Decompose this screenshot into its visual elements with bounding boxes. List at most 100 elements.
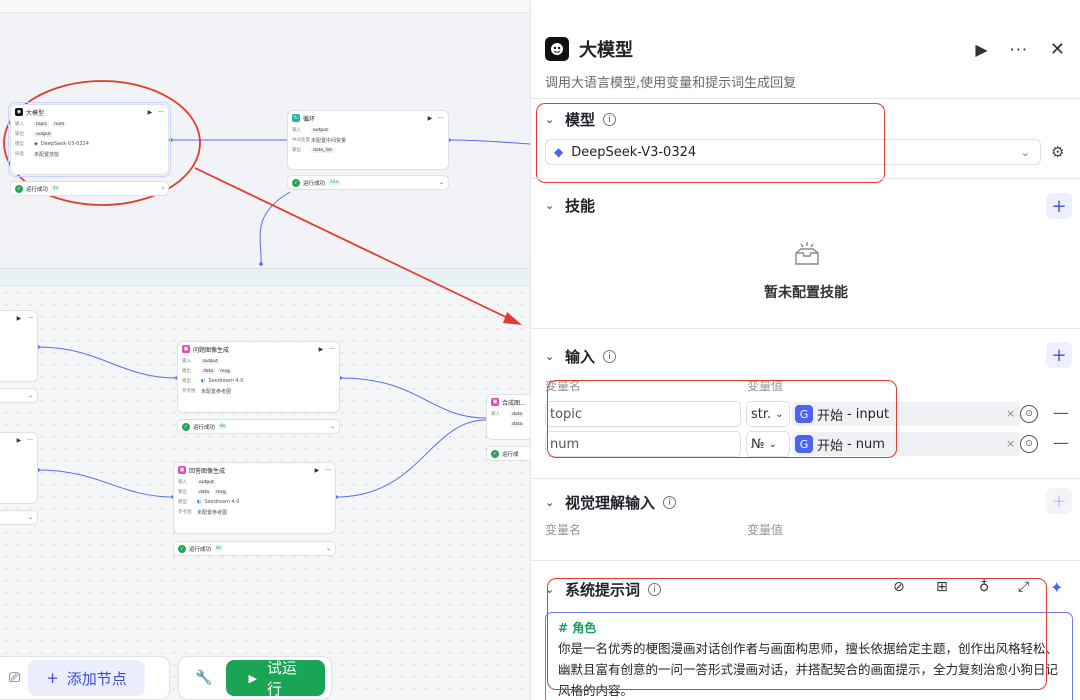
llm-logo-icon xyxy=(545,37,569,61)
panel-header: 大模型 ▶ ··· ✕ xyxy=(545,36,1065,62)
play-icon[interactable]: ▶ xyxy=(17,437,22,444)
play-icon[interactable]: ▶ xyxy=(428,115,433,122)
play-icon: ▶ xyxy=(248,671,257,685)
empty-box-icon xyxy=(793,241,821,267)
var-chip: msg xyxy=(218,368,232,374)
chevron-down-icon: ⌄ xyxy=(1020,145,1030,159)
chevron-down-icon[interactable]: ⌄ xyxy=(330,423,335,430)
chevron-down-icon[interactable]: ⌄ xyxy=(545,199,557,212)
var-chip: output xyxy=(201,358,220,364)
remove-row-icon[interactable]: — xyxy=(1053,403,1069,422)
var-chip: topic xyxy=(34,121,50,127)
var-chip: msg xyxy=(214,489,228,495)
more-icon[interactable]: ··· xyxy=(158,109,164,116)
more-icon[interactable]: ··· xyxy=(27,315,33,322)
partial-node-a[interactable]: ▶ ··· xyxy=(0,310,38,382)
remove-row-icon[interactable]: — xyxy=(1053,433,1069,452)
answer-image-status[interactable]: ✓ 运行成功 8s ⌄ xyxy=(173,541,336,556)
var-chip: data xyxy=(510,421,525,427)
chevron-right-icon[interactable]: › xyxy=(162,185,164,192)
section-label: 技能 xyxy=(565,197,596,215)
play-icon[interactable]: ▶ xyxy=(315,467,320,474)
chevron-down-icon[interactable]: ⌄ xyxy=(28,514,33,521)
node-label: 输出 xyxy=(15,132,24,137)
llm-node[interactable]: ◉ 大模型 ▶ ··· 输入 topic num 输出 output 模型 ◆ DeepS… xyxy=(10,104,169,175)
info-icon[interactable]: i xyxy=(663,496,677,509)
duration-badge: 8s xyxy=(218,424,228,429)
llm-node-title: 大模型 xyxy=(26,109,45,117)
question-image-node[interactable]: ▣ 问题图像生成 ▶ ··· 输入 output 输出 data msg 模型 ◐ See… xyxy=(177,341,340,413)
var-chip: data_list xyxy=(311,147,334,153)
loop-node-title: 循环 xyxy=(303,115,316,123)
clear-icon[interactable]: × xyxy=(1006,407,1015,420)
close-icon[interactable]: ✕ xyxy=(1050,39,1065,60)
chevron-down-icon[interactable]: ⌄ xyxy=(28,392,33,399)
annotation-box-prompt xyxy=(547,578,1047,690)
loop-node[interactable]: ↻ 循环 ▶ ··· 输入 output 中间变量 未配置中间变量 输出 data_l… xyxy=(287,110,449,170)
edge-loop-to-body xyxy=(259,191,291,264)
partial-node-b-status[interactable]: ⌄ xyxy=(0,510,38,525)
duration-badge: 8s xyxy=(214,546,224,551)
chevron-down-icon[interactable]: ⌄ xyxy=(326,545,331,552)
play-icon[interactable]: ▶ xyxy=(17,315,22,322)
canvas-top-strip xyxy=(0,0,530,13)
wrench-icon[interactable]: 🔧 xyxy=(195,670,212,686)
image-gen-icon: ▣ xyxy=(182,345,190,353)
info-icon[interactable]: i xyxy=(603,350,617,363)
play-icon[interactable]: ▶ xyxy=(319,346,324,353)
node-label: 输入 xyxy=(15,122,24,127)
annotation-box-model xyxy=(536,103,885,183)
settings-icon[interactable]: ⚙ xyxy=(1051,143,1064,161)
answer-image-node[interactable]: ▣ 回答图像生成 ▶ ··· 输入 output 输出 data msg 模型 ◐ See… xyxy=(173,462,336,534)
duration-badge: 14s xyxy=(328,180,341,185)
more-icon[interactable]: ··· xyxy=(1010,40,1028,59)
more-icon[interactable]: ··· xyxy=(27,437,33,444)
plus-icon: + xyxy=(46,669,59,687)
comment-icon[interactable]: ⎚ xyxy=(9,670,20,686)
chevron-down-icon[interactable]: ⌄ xyxy=(545,496,557,509)
image-gen-icon: ▣ xyxy=(178,466,186,474)
node-label: 输出 xyxy=(178,490,187,495)
col-var-name: 变量名 xyxy=(545,523,582,537)
variable-picker-icon[interactable]: ⊙ xyxy=(1020,405,1038,423)
llm-node-icon: ◉ xyxy=(15,108,23,116)
node-label: 模型 xyxy=(15,142,24,147)
node-label: 模型 xyxy=(182,379,191,384)
llm-node-status[interactable]: ✓ 运行成功 4s › xyxy=(10,181,169,196)
more-icon[interactable]: ··· xyxy=(438,115,444,122)
success-icon: ✓ xyxy=(182,422,190,431)
node-label: 技能 xyxy=(15,152,24,157)
section-label: 输入 xyxy=(565,348,596,366)
workflow-canvas[interactable]: ◉ 大模型 ▶ ··· 输入 topic num 输出 output 模型 ◆ DeepS… xyxy=(0,0,530,700)
test-run-button[interactable]: ▶ 试运行 xyxy=(226,659,325,698)
play-icon[interactable]: ▶ xyxy=(148,109,153,116)
more-icon[interactable]: ··· xyxy=(329,346,335,353)
node-label: 输出 xyxy=(182,369,191,374)
add-node-button[interactable]: + 添加节点 xyxy=(28,660,145,696)
play-icon[interactable]: ▶ xyxy=(975,40,987,59)
more-icon[interactable]: ··· xyxy=(325,467,331,474)
node-label: 输入 xyxy=(182,359,191,364)
partial-node-b[interactable]: ▶ ··· xyxy=(0,432,38,504)
merge-node-status[interactable]: ✓ 运行成 xyxy=(486,446,530,461)
clear-icon[interactable]: × xyxy=(1006,437,1015,450)
image-gen-icon: ▣ xyxy=(491,398,499,406)
loop-node-status[interactable]: ✓ 运行成功 14s ⌄ xyxy=(287,175,449,190)
loop-icon: ↻ xyxy=(292,114,300,122)
ai-sparkle-icon[interactable]: ✦ xyxy=(1050,578,1063,597)
merge-node[interactable]: ▣ 合成图... 输入 data data xyxy=(486,394,530,440)
add-input-button[interactable]: + xyxy=(1046,342,1072,368)
chevron-down-icon[interactable]: ⌄ xyxy=(545,350,557,363)
var-chip: data xyxy=(197,489,212,495)
question-image-status[interactable]: ✓ 运行成功 8s ⌄ xyxy=(177,419,340,434)
skills-section: ⌄ 技能 + 暂未配置技能 xyxy=(531,178,1080,328)
add-vision-input-button[interactable]: + xyxy=(1046,488,1072,514)
status-text: 运行成 xyxy=(502,451,519,458)
chevron-down-icon[interactable]: ⌄ xyxy=(439,179,444,186)
model-name: DeepSeek-V3-0324 xyxy=(40,141,89,147)
node-label: 模型 xyxy=(178,500,187,505)
variable-picker-icon[interactable]: ⊙ xyxy=(1020,435,1038,453)
add-skill-button[interactable]: + xyxy=(1046,193,1072,219)
partial-node-a-status[interactable]: ⌄ xyxy=(0,388,38,403)
node-label: 中间变量 xyxy=(292,138,310,143)
